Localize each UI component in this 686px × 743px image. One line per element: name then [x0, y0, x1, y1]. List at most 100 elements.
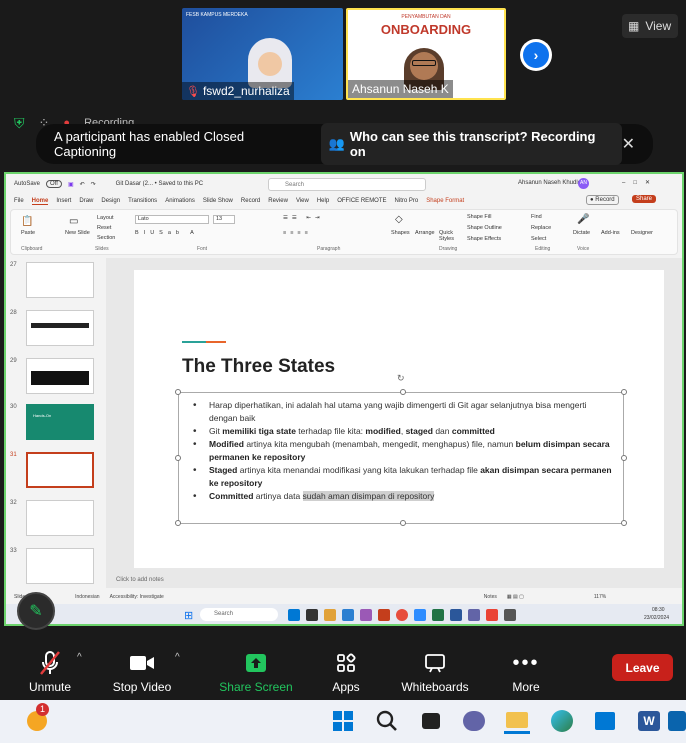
autosave-toggle[interactable]: Off — [46, 180, 62, 188]
shape-effects-button[interactable]: Shape Effects — [467, 236, 501, 242]
menu-file[interactable]: File — [14, 198, 24, 204]
participant-tile-nurhaliza[interactable]: FESB KAMPUS MERDEKA 🎙 fswd2_nurhaliza — [182, 8, 343, 100]
replace-button[interactable]: Replace — [531, 225, 551, 231]
share-button[interactable]: Share — [632, 195, 657, 203]
taskbar-app-icon[interactable] — [306, 609, 318, 621]
menu-shape-format[interactable]: Shape Format — [426, 198, 464, 204]
shapes-icon[interactable]: ◇ — [395, 214, 403, 225]
list-buttons[interactable]: ☰☰ ⇤⇥ — [283, 215, 324, 221]
save-icon[interactable]: ▣ — [68, 181, 74, 188]
next-page-button[interactable]: › — [520, 39, 552, 71]
taskbar-app-icon[interactable] — [486, 609, 498, 621]
quick-styles-button[interactable]: Quick Styles — [439, 230, 459, 242]
microphone-icon[interactable]: 🎤 — [577, 214, 589, 225]
menu-home[interactable]: Home — [31, 198, 49, 205]
layout-button[interactable]: Layout — [97, 215, 114, 221]
edge-icon[interactable] — [549, 708, 575, 734]
menu-office-remote[interactable]: OFFICE REMOTE — [337, 198, 386, 204]
view-buttons[interactable]: ▦ ▤ ▢ — [507, 594, 524, 600]
teams-chat-icon[interactable] — [461, 708, 487, 734]
slide-thumbnail[interactable] — [26, 358, 94, 394]
view-button[interactable]: ▦ View — [622, 14, 678, 38]
slide-thumbnail[interactable]: Hands-On — [26, 404, 94, 440]
outlook-icon[interactable] — [664, 708, 686, 734]
windows-start-icon[interactable] — [330, 708, 356, 734]
zoom-level[interactable]: 117% — [594, 594, 606, 600]
redo-icon[interactable]: ↷ — [91, 181, 96, 188]
word-icon[interactable] — [450, 609, 462, 621]
whiteboards-button[interactable]: Whiteboards — [395, 650, 475, 694]
taskbar-app-icon[interactable] — [288, 609, 300, 621]
arrange-button[interactable]: Arrange — [415, 230, 435, 236]
word-icon[interactable]: W — [636, 708, 662, 734]
audio-options-caret[interactable]: ^ — [77, 652, 82, 663]
status-notes[interactable]: Notes — [484, 594, 497, 600]
menu-review[interactable]: Review — [268, 198, 288, 204]
menu-view[interactable]: View — [296, 198, 309, 204]
slide-thumbnail-selected[interactable] — [26, 452, 94, 488]
chrome-icon[interactable] — [396, 609, 408, 621]
resize-handle[interactable] — [175, 520, 181, 526]
rotate-handle-icon[interactable]: ↻ — [397, 373, 405, 384]
taskbar-app-icon[interactable] — [360, 609, 372, 621]
reset-button[interactable]: Reset — [97, 225, 111, 231]
resize-handle[interactable] — [175, 455, 181, 461]
shapes-button[interactable]: Shapes — [391, 230, 410, 236]
resize-handle[interactable] — [621, 455, 627, 461]
folder-icon[interactable] — [324, 609, 336, 621]
search-icon[interactable] — [374, 708, 400, 734]
slide-thumbnail[interactable] — [26, 262, 94, 298]
file-explorer-icon[interactable] — [504, 708, 530, 734]
annotate-button[interactable]: ✎ — [17, 592, 55, 630]
menu-help[interactable]: Help — [317, 198, 329, 204]
notes-field[interactable]: Click to add notes — [116, 577, 164, 583]
participant-tile-ahsanun[interactable]: PENYAMBUTAN DAN ONBOARDING Ahsanun Naseh… — [346, 8, 506, 100]
apps-button[interactable]: Apps — [306, 650, 386, 694]
slide-title[interactable]: The Three States — [182, 356, 335, 378]
window-controls[interactable]: –□✕ — [622, 179, 658, 186]
menu-draw[interactable]: Draw — [79, 198, 93, 204]
menu-slide-show[interactable]: Slide Show — [203, 198, 233, 204]
store-icon[interactable] — [592, 708, 618, 734]
excel-icon[interactable] — [432, 609, 444, 621]
avatar[interactable]: AN — [578, 178, 589, 189]
menu-animations[interactable]: Animations — [165, 198, 195, 204]
undo-icon[interactable]: ↶ — [80, 181, 85, 188]
menu-nitro-pro[interactable]: Nitro Pro — [395, 198, 419, 204]
teams-icon[interactable] — [468, 609, 480, 621]
slide-thumbnail[interactable] — [26, 310, 94, 346]
shape-fill-button[interactable]: Shape Fill — [467, 214, 491, 220]
shape-outline-button[interactable]: Shape Outline — [467, 225, 502, 231]
menu-design[interactable]: Design — [101, 198, 120, 204]
leave-button[interactable]: Leave — [612, 654, 673, 681]
more-button[interactable]: ••• More — [486, 650, 566, 695]
taskbar-app-icon[interactable] — [504, 609, 516, 621]
powerpoint-icon[interactable] — [378, 609, 390, 621]
font-format-buttons[interactable]: BIUSab A — [135, 230, 199, 236]
menu-record[interactable]: Record — [241, 198, 260, 204]
menu-transitions[interactable]: Transitions — [128, 198, 157, 204]
slide-thumbnail[interactable] — [26, 548, 94, 584]
resize-handle[interactable] — [400, 389, 406, 395]
align-buttons[interactable]: ≡≡≡≡ — [283, 230, 312, 236]
resize-handle[interactable] — [621, 520, 627, 526]
bullet-textbox[interactable]: ↻ Harap diperhatikan, ini adalah hal uta… — [175, 373, 627, 526]
slide-thumbnail[interactable] — [26, 500, 94, 536]
find-button[interactable]: Find — [531, 214, 542, 220]
stop-video-button[interactable]: Stop Video — [102, 650, 182, 694]
section-button[interactable]: Section — [97, 235, 115, 241]
new-slide-button[interactable]: New Slide — [65, 230, 90, 236]
notification-icon[interactable]: 1 — [24, 703, 50, 734]
new-slide-icon[interactable]: ▭ — [69, 216, 78, 227]
current-slide[interactable]: The Three States ↻ Harap diperhatikan, i… — [134, 270, 664, 568]
transcript-visibility-button[interactable]: 👥 Who can see this transcript? Recording… — [320, 123, 622, 165]
task-view-icon[interactable] — [418, 708, 444, 734]
menu-insert[interactable]: Insert — [56, 198, 71, 204]
record-button[interactable]: ● Record — [586, 195, 619, 205]
paste-icon[interactable]: 📋 — [21, 216, 33, 227]
paste-button[interactable]: Paste — [21, 230, 35, 236]
zoom-icon[interactable] — [414, 609, 426, 621]
share-screen-button[interactable]: Share Screen — [216, 650, 296, 694]
font-name-select[interactable]: Lato — [135, 215, 209, 224]
status-accessibility[interactable]: Accessibility: Investigate — [110, 594, 164, 600]
